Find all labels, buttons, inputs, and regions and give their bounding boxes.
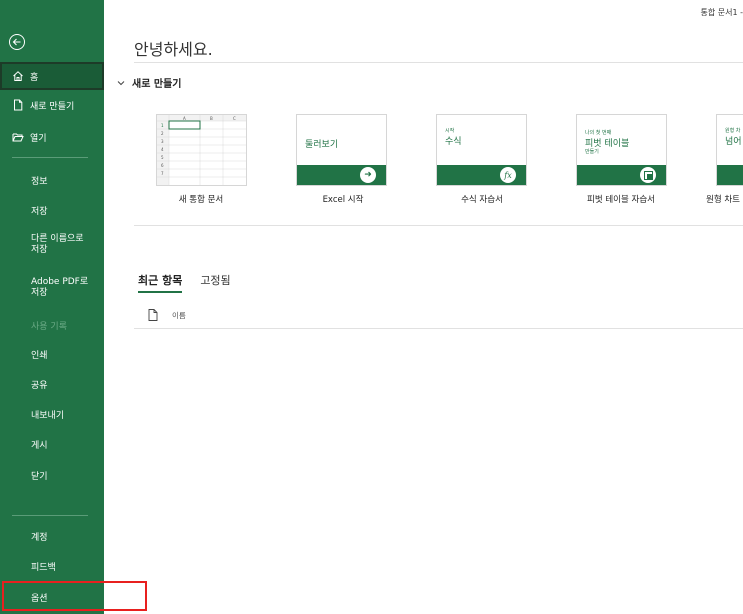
list-header-divider bbox=[134, 328, 743, 329]
new-document-icon bbox=[14, 99, 23, 111]
nav-item-publish[interactable]: 게시 bbox=[0, 437, 104, 451]
template-blank-workbook[interactable]: ABC 123 4567 bbox=[156, 114, 247, 186]
open-folder-icon bbox=[12, 133, 24, 142]
nav-item-label: 열기 bbox=[30, 133, 47, 144]
greeting-divider bbox=[134, 62, 743, 63]
template-label: 수식 자습서 bbox=[461, 195, 503, 205]
nav-item-label: 정보 bbox=[31, 176, 48, 187]
template-band bbox=[717, 165, 743, 185]
nav-item-print[interactable]: 인쇄 bbox=[0, 347, 104, 361]
nav-item-save-pdf[interactable]: Adobe PDF로 저장 bbox=[0, 276, 104, 300]
template-pivot-tutorial[interactable]: 나의 첫 번째 피벗 테이블 만들기 bbox=[576, 114, 667, 186]
template-label: Excel 시작 bbox=[322, 195, 364, 205]
nav-item-save-as[interactable]: 다른 이름으로 저장 bbox=[0, 233, 104, 257]
svg-text:A: A bbox=[183, 116, 186, 121]
column-name-header[interactable]: 이름 bbox=[172, 310, 186, 321]
svg-text:B: B bbox=[210, 116, 213, 121]
template-label: 피벗 테이블 자습서 bbox=[587, 195, 655, 205]
nav-item-label: 홈 bbox=[30, 72, 39, 83]
nav-item-info[interactable]: 정보 bbox=[0, 173, 104, 187]
template-text: 넘어 bbox=[725, 137, 742, 147]
nav-item-label: 저장 bbox=[31, 206, 48, 217]
nav-item-label: 계정 bbox=[31, 532, 48, 543]
recent-tabs: 최근 항목 고정됨 bbox=[138, 272, 231, 293]
nav-item-label: 내보내기 bbox=[31, 410, 65, 421]
back-arrow-icon[interactable] bbox=[8, 33, 26, 51]
arrow-right-icon: ➜ bbox=[360, 167, 376, 183]
templates-divider bbox=[134, 225, 743, 226]
tab-recent[interactable]: 최근 항목 bbox=[138, 272, 183, 293]
backstage-sidebar: 홈 새로 만들기 열기 정보 저장 다른 이름으로 저장 Adobe PDF로 … bbox=[0, 0, 104, 614]
nav-item-label: 다른 이름으로 저장 bbox=[31, 234, 84, 255]
nav-item-share[interactable]: 공유 bbox=[0, 377, 104, 391]
new-section-toggle[interactable]: 새로 만들기 bbox=[116, 75, 181, 90]
nav-item-account[interactable]: 계정 bbox=[0, 529, 104, 543]
template-small-text: 원형 차 bbox=[725, 128, 741, 134]
template-small-text: 시작 bbox=[445, 128, 455, 134]
sidebar-divider bbox=[12, 515, 88, 516]
nav-item-history: 사용 기록 bbox=[0, 318, 104, 332]
template-small-text: 나의 첫 번째 bbox=[585, 130, 612, 136]
template-label: 새 통합 문서 bbox=[178, 195, 224, 205]
nav-item-export[interactable]: 내보내기 bbox=[0, 407, 104, 421]
template-pie-chart[interactable]: 원형 차 넘어 bbox=[716, 114, 743, 186]
greeting-heading: 안녕하세요. bbox=[134, 40, 213, 59]
svg-text:C: C bbox=[233, 116, 236, 121]
template-text: 둘러보기 bbox=[305, 140, 339, 150]
function-fx-icon: fx bbox=[500, 167, 516, 183]
template-small-text: 만들기 bbox=[585, 149, 599, 155]
pivot-table-icon bbox=[640, 167, 656, 183]
chevron-down-icon bbox=[117, 80, 125, 85]
window-title: 통합 문서1 - bbox=[700, 8, 743, 17]
home-icon bbox=[13, 71, 23, 81]
template-formula-tutorial[interactable]: 시작 수식 fx bbox=[436, 114, 527, 186]
new-section-label: 새로 만들기 bbox=[132, 79, 182, 90]
document-icon bbox=[148, 309, 158, 321]
nav-item-label: 인쇄 bbox=[31, 350, 48, 361]
template-label: 원형 차트 bbox=[706, 195, 740, 205]
tab-pinned[interactable]: 고정됨 bbox=[200, 272, 230, 293]
nav-item-label: 게시 bbox=[31, 440, 48, 451]
nav-item-new[interactable]: 새로 만들기 bbox=[0, 96, 104, 114]
nav-item-label: 공유 bbox=[31, 380, 48, 391]
nav-item-feedback[interactable]: 피드백 bbox=[0, 559, 104, 573]
nav-item-open[interactable]: 열기 bbox=[0, 128, 104, 146]
nav-item-home[interactable]: 홈 bbox=[0, 62, 104, 90]
nav-item-label: Adobe PDF로 저장 bbox=[31, 277, 89, 298]
nav-item-label: 피드백 bbox=[31, 562, 56, 573]
nav-item-label: 새로 만들기 bbox=[30, 101, 75, 112]
nav-item-label: 닫기 bbox=[31, 471, 48, 482]
nav-item-save[interactable]: 저장 bbox=[0, 203, 104, 217]
template-text: 수식 bbox=[445, 137, 462, 147]
sidebar-divider bbox=[12, 157, 88, 158]
template-excel-start[interactable]: 둘러보기 ➜ bbox=[296, 114, 387, 186]
nav-item-label: 사용 기록 bbox=[31, 321, 67, 332]
options-highlight-box bbox=[2, 581, 147, 611]
nav-item-close[interactable]: 닫기 bbox=[0, 468, 104, 482]
file-list-header: 이름 bbox=[148, 309, 186, 321]
spreadsheet-grid-icon: ABC 123 4567 bbox=[157, 115, 246, 185]
